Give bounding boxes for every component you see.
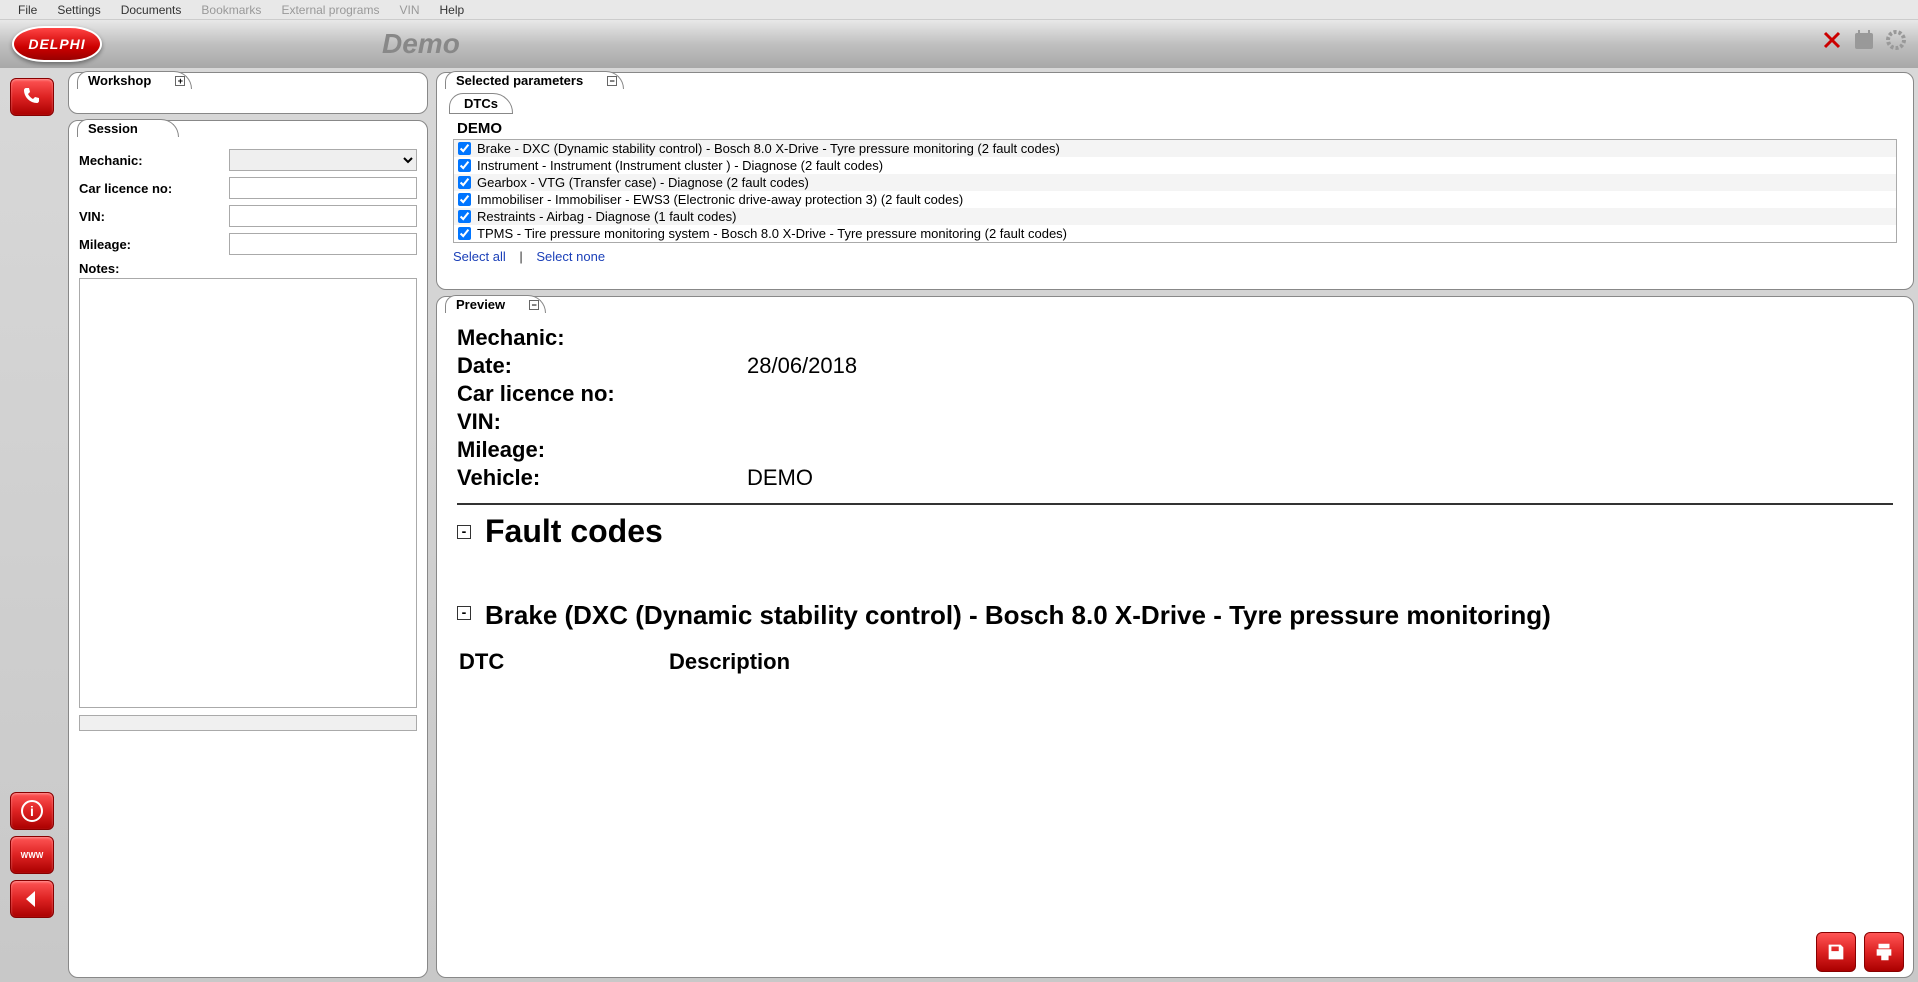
- notes-textarea[interactable]: [79, 278, 417, 708]
- car-licence-input[interactable]: [229, 177, 417, 199]
- mileage-input[interactable]: [229, 233, 417, 255]
- info-icon-button[interactable]: i: [10, 792, 54, 830]
- dtc-label: Gearbox - VTG (Transfer case) - Diagnose…: [477, 175, 809, 190]
- workshop-tab: Workshop +: [77, 71, 192, 89]
- selected-parameters-panel: Selected parameters − DTCs DEMO Brake - …: [436, 72, 1914, 290]
- pv-vehicle-label: Vehicle:: [457, 465, 747, 491]
- menu-file[interactable]: File: [8, 1, 47, 19]
- preview-panel: Preview − Mechanic: Date:28/06/2018 Car …: [436, 296, 1914, 978]
- close-icon[interactable]: [1820, 28, 1844, 52]
- dtc-checkbox[interactable]: [458, 193, 471, 206]
- fault-section-title: Brake (DXC (Dynamic stability control) -…: [485, 600, 1551, 631]
- select-all-link[interactable]: Select all: [453, 249, 506, 264]
- notes-label: Notes:: [79, 261, 417, 276]
- mechanic-label: Mechanic:: [79, 153, 229, 168]
- menu-help[interactable]: Help: [430, 1, 475, 19]
- settings-gear-icon[interactable]: [1884, 28, 1908, 52]
- dtcs-vehicle-title: DEMO: [457, 120, 1897, 137]
- vin-input[interactable]: [229, 205, 417, 227]
- divider: [457, 503, 1893, 505]
- delphi-logo: DELPHI: [12, 26, 102, 62]
- dtc-checkbox[interactable]: [458, 159, 471, 172]
- selected-params-title: Selected parameters: [456, 73, 583, 88]
- menu-vin[interactable]: VIN: [389, 1, 429, 19]
- fault-codes-title: Fault codes: [485, 513, 663, 550]
- pv-vin-label: VIN:: [457, 409, 747, 435]
- bottom-actions: [1816, 932, 1904, 972]
- selected-parameters-tab: Selected parameters −: [445, 71, 624, 89]
- menu-bookmarks[interactable]: Bookmarks: [191, 1, 271, 19]
- back-arrow-button[interactable]: [10, 880, 54, 918]
- dtc-checkbox[interactable]: [458, 210, 471, 223]
- svg-text:i: i: [30, 803, 34, 819]
- pv-car-licence-label: Car licence no:: [457, 381, 747, 407]
- preview-tab: Preview −: [445, 295, 546, 313]
- select-none-link[interactable]: Select none: [536, 249, 605, 264]
- pv-date-value: 28/06/2018: [747, 353, 857, 379]
- menu-settings[interactable]: Settings: [47, 1, 110, 19]
- workshop-panel: Workshop +: [68, 72, 428, 114]
- mileage-label: Mileage:: [79, 237, 229, 252]
- dtc-checkbox[interactable]: [458, 142, 471, 155]
- dtc-checkbox[interactable]: [458, 176, 471, 189]
- dtc-row[interactable]: Restraints - Airbag - Diagnose (1 fault …: [454, 208, 1896, 225]
- dtc-list: Brake - DXC (Dynamic stability control) …: [453, 139, 1897, 243]
- dtc-row[interactable]: Instrument - Instrument (Instrument clus…: [454, 157, 1896, 174]
- pv-vehicle-value: DEMO: [747, 465, 813, 491]
- collapse-box-icon[interactable]: -: [457, 606, 471, 620]
- left-icon-column: i WWW: [4, 72, 60, 978]
- dtcs-header: DTCs: [449, 93, 513, 114]
- car-licence-label: Car licence no:: [79, 181, 229, 196]
- page-title: Demo: [382, 28, 460, 60]
- dtc-label: Brake - DXC (Dynamic stability control) …: [477, 141, 1060, 156]
- svg-text:WWW: WWW: [21, 851, 44, 860]
- dtc-column-header: DTC: [459, 649, 669, 675]
- preview-content[interactable]: Mechanic: Date:28/06/2018 Car licence no…: [437, 315, 1913, 977]
- description-column-header: Description: [669, 649, 790, 675]
- dtc-row[interactable]: Brake - DXC (Dynamic stability control) …: [454, 140, 1896, 157]
- pv-mileage-label: Mileage:: [457, 437, 747, 463]
- session-title: Session: [88, 121, 138, 136]
- dtc-label: TPMS - Tire pressure monitoring system -…: [477, 226, 1067, 241]
- session-panel: Session Mechanic: Car licence no: VIN: M…: [68, 120, 428, 978]
- phone-icon-button[interactable]: [10, 78, 54, 116]
- collapse-box-icon[interactable]: -: [457, 525, 471, 539]
- calendar-icon[interactable]: [1852, 28, 1876, 52]
- www-icon-button[interactable]: WWW: [10, 836, 54, 874]
- menu-documents[interactable]: Documents: [111, 1, 192, 19]
- dtc-row[interactable]: Gearbox - VTG (Transfer case) - Diagnose…: [454, 174, 1896, 191]
- dtc-row[interactable]: Immobiliser - Immobiliser - EWS3 (Electr…: [454, 191, 1896, 208]
- vin-label: VIN:: [79, 209, 229, 224]
- print-button[interactable]: [1864, 932, 1904, 972]
- dtc-checkbox[interactable]: [458, 227, 471, 240]
- session-tab: Session: [77, 119, 179, 137]
- menu-external-programs[interactable]: External programs: [271, 1, 389, 19]
- main-area: i WWW Workshop + Session Mechanic:: [0, 68, 1918, 982]
- pv-mechanic-label: Mechanic:: [457, 325, 747, 351]
- pv-date-label: Date:: [457, 353, 747, 379]
- dtc-label: Instrument - Instrument (Instrument clus…: [477, 158, 883, 173]
- dtc-label: Restraints - Airbag - Diagnose (1 fault …: [477, 209, 736, 224]
- separator: |: [519, 249, 522, 264]
- save-button[interactable]: [1816, 932, 1856, 972]
- collapse-icon[interactable]: −: [607, 76, 617, 86]
- right-column: Selected parameters − DTCs DEMO Brake - …: [436, 72, 1914, 978]
- expand-icon[interactable]: +: [175, 76, 185, 86]
- header-bar: DELPHI Demo: [0, 20, 1918, 68]
- workshop-title: Workshop: [88, 73, 151, 88]
- menubar: File Settings Documents Bookmarks Extern…: [0, 0, 1918, 20]
- mechanic-select[interactable]: [229, 149, 417, 171]
- horizontal-scrollbar[interactable]: [79, 715, 417, 731]
- collapse-icon[interactable]: −: [529, 300, 539, 310]
- preview-title: Preview: [456, 297, 505, 312]
- dtc-label: Immobiliser - Immobiliser - EWS3 (Electr…: [477, 192, 963, 207]
- dtc-row[interactable]: TPMS - Tire pressure monitoring system -…: [454, 225, 1896, 242]
- left-column: Workshop + Session Mechanic: Car licence…: [68, 72, 428, 978]
